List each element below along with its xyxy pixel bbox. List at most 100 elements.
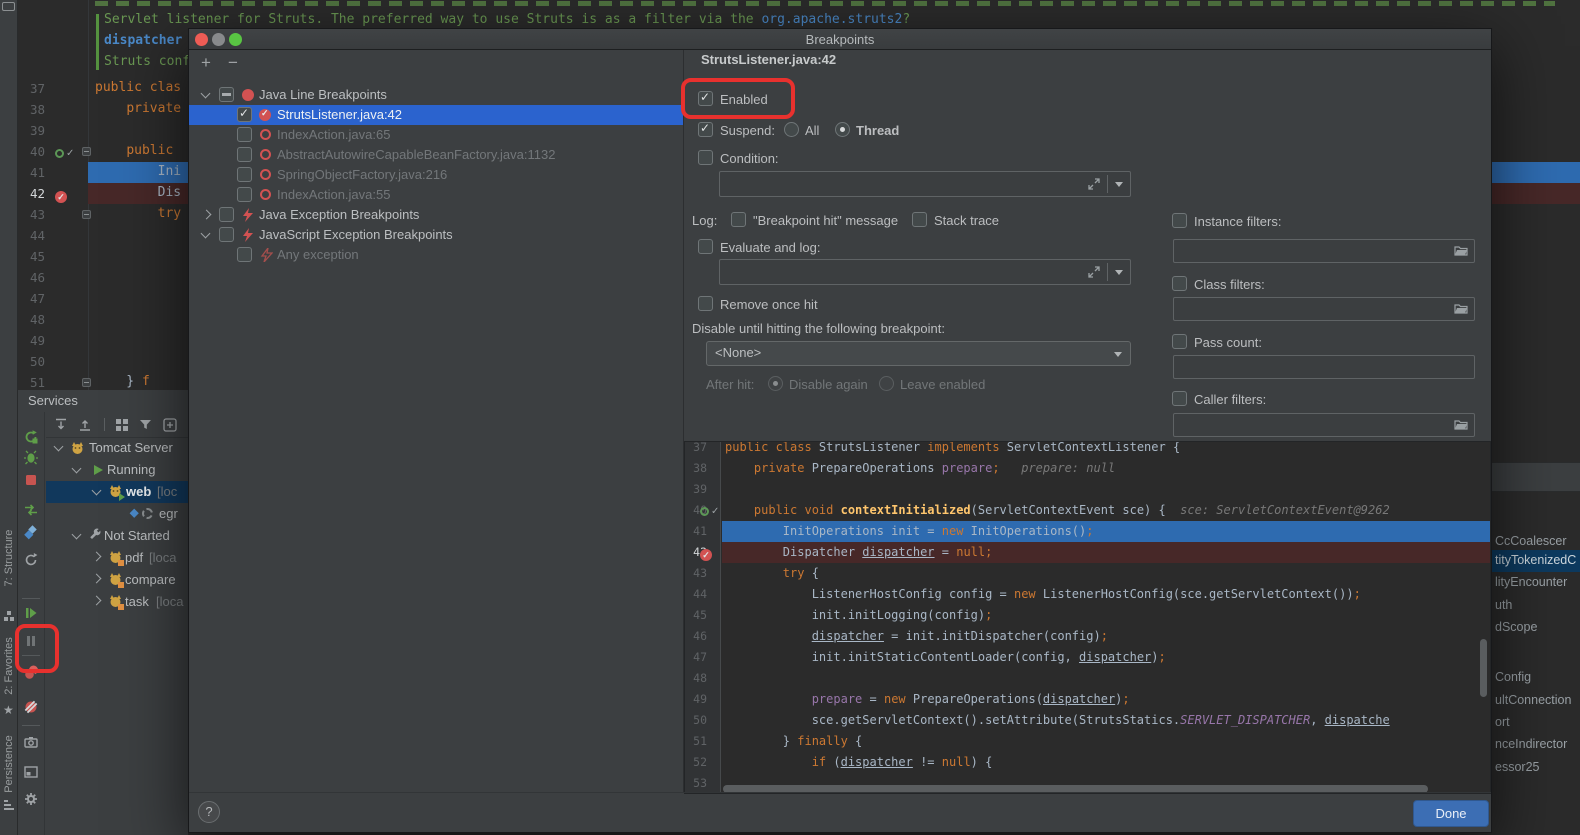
folder-icon[interactable]: [1454, 245, 1468, 257]
chevron-down-icon[interactable]: [92, 486, 102, 496]
caller-filters-input[interactable]: [1173, 413, 1475, 437]
folder-icon[interactable]: [1454, 303, 1468, 315]
chevron-right-icon[interactable]: [202, 210, 212, 220]
condition-input[interactable]: [719, 171, 1131, 197]
implement-gutter-icon[interactable]: [700, 507, 709, 516]
chevron-down-icon[interactable]: [201, 229, 211, 239]
list-item[interactable]: nceIndirector: [1495, 737, 1567, 751]
vertical-scrollbar[interactable]: [1480, 639, 1487, 697]
collapse-all-icon[interactable]: [77, 417, 93, 433]
chevron-right-icon[interactable]: [92, 552, 102, 562]
expand-icon[interactable]: [1088, 266, 1100, 278]
tree-row-javascript-exception[interactable]: JavaScript Exception Breakpoints: [189, 225, 683, 245]
caller-filters-checkbox[interactable]: [1172, 391, 1187, 406]
expand-all-icon[interactable]: [53, 417, 69, 433]
done-button[interactable]: Done: [1413, 800, 1489, 827]
remove-breakpoint-button[interactable]: −: [228, 55, 238, 71]
tree-row-springobjectfactory[interactable]: SpringObjectFactory.java:216: [189, 165, 683, 185]
folder-icon[interactable]: [1454, 419, 1468, 431]
tree-row-indexaction-55[interactable]: IndexAction.java:55: [189, 185, 683, 205]
log-message-checkbox[interactable]: [731, 212, 746, 227]
add-service-icon[interactable]: [162, 417, 178, 433]
service-row-task[interactable]: task [loca: [18, 591, 188, 613]
condition-checkbox[interactable]: [698, 150, 713, 165]
suspend-all-radio[interactable]: [784, 122, 799, 137]
service-row-egr[interactable]: egr: [18, 503, 188, 525]
disable-until-combo[interactable]: <None>: [706, 341, 1131, 366]
evaluate-input[interactable]: [719, 259, 1131, 285]
list-item[interactable]: dScope: [1495, 620, 1537, 634]
service-row-compare[interactable]: compare: [18, 569, 188, 591]
instance-filters-checkbox[interactable]: [1172, 213, 1187, 228]
list-item[interactable]: tityTokenizedC: [1495, 553, 1576, 567]
group-by-icon[interactable]: [114, 417, 130, 433]
fold-marker[interactable]: [82, 378, 91, 387]
pass-count-input[interactable]: [1173, 355, 1475, 379]
list-item[interactable]: ort: [1495, 715, 1510, 729]
toolwindow-tab-structure[interactable]: 7: Structure: [3, 503, 15, 613]
dialog-titlebar[interactable]: Breakpoints: [189, 29, 1491, 50]
chevron-down-icon[interactable]: [54, 442, 64, 452]
service-row-pdf[interactable]: pdf [loca: [18, 547, 188, 569]
fold-marker[interactable]: [82, 210, 91, 219]
checkbox[interactable]: [237, 247, 252, 262]
suspend-checkbox[interactable]: [698, 122, 713, 137]
list-item[interactable]: uth: [1495, 598, 1512, 612]
class-filters-input[interactable]: [1173, 297, 1475, 321]
settings-gear-icon[interactable]: [23, 791, 39, 807]
tree-row-indexaction-65[interactable]: IndexAction.java:65: [189, 125, 683, 145]
instance-filters-input[interactable]: [1173, 239, 1475, 263]
mute-breakpoints-icon[interactable]: [23, 699, 39, 715]
checkbox[interactable]: [237, 147, 252, 162]
checkbox[interactable]: [237, 107, 252, 122]
pass-count-checkbox[interactable]: [1172, 334, 1187, 349]
chevron-down-icon[interactable]: [1115, 270, 1123, 275]
chevron-right-icon[interactable]: [92, 574, 102, 584]
screenshot-icon[interactable]: [23, 734, 39, 750]
chevron-right-icon[interactable]: [92, 596, 102, 606]
checkbox[interactable]: [237, 127, 252, 142]
class-filters-checkbox[interactable]: [1172, 276, 1187, 291]
chevron-down-icon[interactable]: [1115, 182, 1123, 187]
filter-icon[interactable]: [138, 417, 154, 433]
tree-row-java-line-breakpoints[interactable]: Java Line Breakpoints: [189, 85, 683, 105]
service-row-tomcat-server[interactable]: Tomcat Server: [18, 437, 188, 459]
list-item[interactable]: lityEncounter: [1495, 575, 1567, 589]
checkbox[interactable]: [237, 167, 252, 182]
tree-row-strutslistener[interactable]: StrutsListener.java:42: [189, 105, 683, 125]
service-row-web[interactable]: web [loc: [18, 481, 188, 503]
leave-enabled-radio[interactable]: [879, 376, 894, 391]
checkbox[interactable]: [219, 207, 234, 222]
service-row-running[interactable]: Running: [18, 459, 188, 481]
help-button[interactable]: ?: [198, 801, 220, 823]
chevron-down-icon[interactable]: [201, 89, 211, 99]
list-item[interactable]: Config: [1495, 670, 1531, 684]
tree-row-abstractautowire[interactable]: AbstractAutowireCapableBeanFactory.java:…: [189, 145, 683, 165]
add-breakpoint-button[interactable]: +: [201, 55, 211, 71]
disable-again-radio[interactable]: [768, 376, 783, 391]
expand-icon[interactable]: [1088, 178, 1100, 190]
fold-marker[interactable]: [82, 147, 91, 156]
layout-icon[interactable]: [23, 764, 39, 780]
chevron-down-icon[interactable]: [72, 464, 82, 474]
tree-row-any-exception[interactable]: Any exception: [189, 245, 683, 265]
implement-gutter-icon[interactable]: [55, 149, 64, 158]
checkbox[interactable]: [237, 187, 252, 202]
chevron-down-icon[interactable]: [72, 530, 82, 540]
checkbox[interactable]: [219, 227, 234, 242]
breakpoint-gutter-icon[interactable]: ✓: [700, 549, 712, 561]
remove-once-checkbox[interactable]: [698, 296, 713, 311]
javadoc-link[interactable]: org.apache.struts2: [761, 12, 902, 27]
javadoc-code-ref[interactable]: dispatcher: [104, 33, 182, 48]
tree-row-java-exception[interactable]: Java Exception Breakpoints: [189, 205, 683, 225]
list-item[interactable]: CcCoalescer: [1495, 534, 1567, 548]
list-item[interactable]: essor25: [1495, 760, 1539, 774]
checkbox[interactable]: [219, 87, 234, 102]
window-menu-icon[interactable]: [2, 2, 15, 11]
suspend-thread-radio[interactable]: [835, 122, 850, 137]
service-row-not-started[interactable]: Not Started: [18, 525, 188, 547]
list-item[interactable]: ultConnection: [1495, 693, 1571, 707]
stack-trace-checkbox[interactable]: [912, 212, 927, 227]
evaluate-checkbox[interactable]: [698, 239, 713, 254]
breakpoint-gutter-icon[interactable]: ✓: [55, 191, 67, 203]
